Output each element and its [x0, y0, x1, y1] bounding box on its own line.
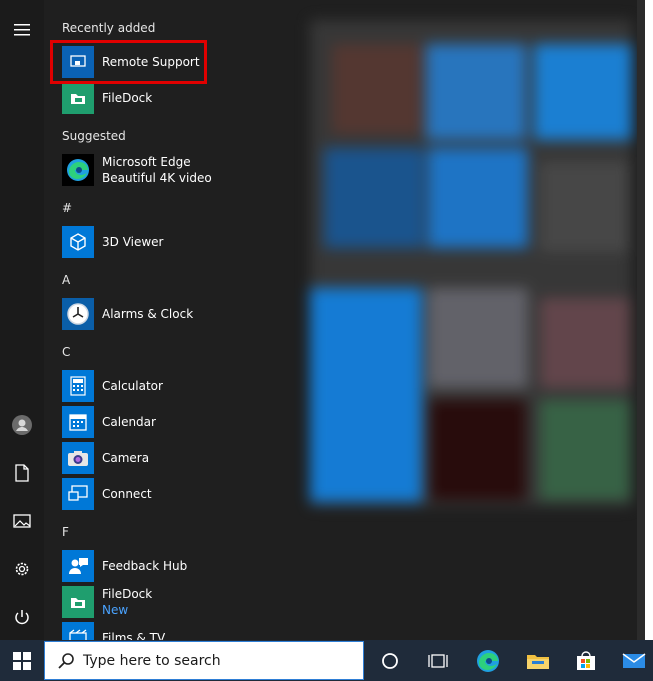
clock-icon	[62, 298, 94, 330]
settings-icon[interactable]	[0, 549, 44, 589]
calendar-icon	[62, 406, 94, 438]
connect-icon	[62, 478, 94, 510]
app-label: Feedback Hub	[102, 559, 188, 573]
app-connect[interactable]: Connect	[62, 477, 292, 511]
document-icon[interactable]	[0, 453, 44, 493]
cortana-icon[interactable]	[368, 640, 412, 681]
live-tiles-area	[310, 20, 632, 506]
app-label: Microsoft Edge	[102, 155, 191, 169]
section-hash[interactable]: #	[62, 201, 72, 215]
app-remote-support[interactable]: Remote Support	[62, 45, 292, 79]
start-menu: Recently added Remote Support FileDock S…	[0, 0, 645, 640]
film-icon	[62, 622, 94, 640]
new-badge: New	[102, 603, 129, 617]
mail-icon[interactable]	[612, 640, 653, 681]
app-calendar[interactable]: Calendar	[62, 405, 292, 439]
app-label: FileDock	[102, 587, 153, 601]
app-films-tv[interactable]: Films & TV	[62, 621, 292, 640]
calculator-icon	[62, 370, 94, 402]
section-recently-added: Recently added	[62, 21, 156, 35]
scrollbar[interactable]	[637, 0, 645, 640]
app-label: Calendar	[102, 415, 156, 429]
camera-icon	[62, 442, 94, 474]
filedock-icon	[62, 82, 94, 114]
task-view-icon[interactable]	[416, 640, 460, 681]
app-calculator[interactable]: Calculator	[62, 369, 292, 403]
app-filedock-f[interactable]: FileDock New	[62, 585, 292, 619]
power-icon[interactable]	[0, 597, 44, 637]
windows-start-icon[interactable]	[0, 640, 44, 681]
edge-icon	[62, 154, 94, 186]
app-label: Films & TV	[102, 631, 166, 640]
search-placeholder: Type here to search	[83, 652, 221, 669]
section-c[interactable]: C	[62, 345, 70, 359]
filedock-icon	[62, 586, 94, 618]
start-rail	[0, 0, 44, 640]
user-icon[interactable]	[0, 405, 44, 445]
app-3d-viewer[interactable]: 3D Viewer	[62, 225, 292, 259]
edge-icon[interactable]	[466, 640, 510, 681]
remote-support-icon	[62, 46, 94, 78]
section-f[interactable]: F	[62, 525, 69, 539]
search-box[interactable]: Type here to search	[44, 641, 364, 680]
app-filedock-recent[interactable]: FileDock	[62, 81, 292, 115]
hamburger-menu-icon[interactable]	[0, 10, 44, 50]
cube-icon	[62, 226, 94, 258]
app-feedback-hub[interactable]: Feedback Hub	[62, 549, 292, 583]
app-label: Connect	[102, 487, 152, 501]
app-camera[interactable]: Camera	[62, 441, 292, 475]
app-label: Camera	[102, 451, 150, 465]
feedback-hub-icon	[62, 550, 94, 582]
app-list: Recently added Remote Support FileDock S…	[44, 0, 304, 640]
app-label: FileDock	[102, 91, 153, 105]
app-alarms-clock[interactable]: Alarms & Clock	[62, 297, 292, 331]
taskbar: Type here to search	[0, 640, 653, 681]
pictures-icon[interactable]	[0, 501, 44, 541]
app-sublabel: Beautiful 4K video	[102, 171, 212, 185]
search-icon	[57, 652, 75, 670]
app-label: Calculator	[102, 379, 163, 393]
app-label: Alarms & Clock	[102, 307, 194, 321]
app-label: 3D Viewer	[102, 235, 164, 249]
app-microsoft-edge-suggestion[interactable]: Microsoft Edge Beautiful 4K video	[62, 153, 292, 187]
app-label: Remote Support	[102, 55, 200, 69]
file-explorer-icon[interactable]	[516, 640, 560, 681]
store-icon[interactable]	[564, 640, 608, 681]
section-suggested: Suggested	[62, 129, 126, 143]
section-a[interactable]: A	[62, 273, 70, 287]
